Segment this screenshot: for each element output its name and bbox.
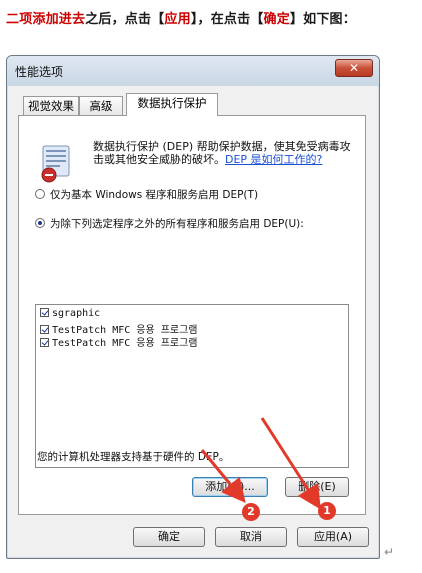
arrow-to-ok (200, 449, 246, 503)
arrow-to-apply (260, 417, 321, 510)
badge-step-1: 1 (318, 502, 336, 520)
badge-step-2: 2 (242, 503, 260, 521)
annotation-arrows (200, 417, 321, 510)
tab-dep[interactable]: 数据执行保护 (126, 93, 218, 116)
paragraph-mark: ↵ (384, 545, 395, 559)
